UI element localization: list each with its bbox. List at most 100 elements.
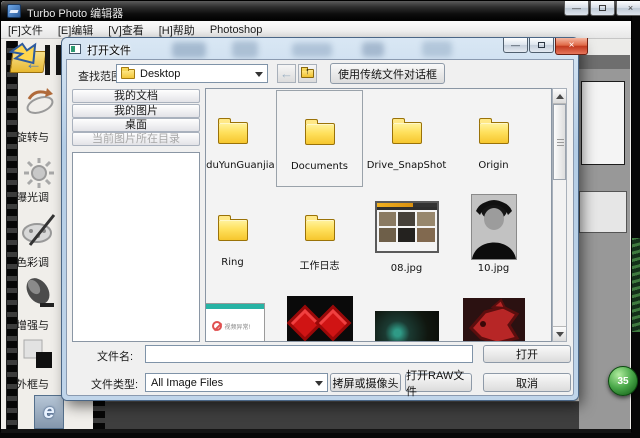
app-title: Turbo Photo 编辑器 — [27, 5, 123, 21]
open-button[interactable]: 打开 — [483, 345, 571, 363]
dialog-maximize-button[interactable] — [529, 38, 554, 53]
maximize-icon — [599, 5, 606, 11]
maximize-button[interactable] — [590, 1, 615, 16]
file-item[interactable] — [276, 284, 363, 342]
filetype-value: All Image Files — [151, 377, 223, 389]
file-name: 工作日志 — [276, 257, 363, 272]
folder-icon — [479, 122, 509, 144]
glass-reflection — [362, 42, 384, 57]
dialog-title: 打开文件 — [87, 42, 131, 58]
minimize-button[interactable]: — — [564, 1, 589, 16]
sidebar-my-documents[interactable]: 我的文档 — [72, 89, 200, 103]
filetype-label: 文件类型: — [91, 376, 138, 392]
menu-item-help[interactable]: [H]帮助 — [159, 22, 195, 38]
file-name: BaiduYunGuanjia — [205, 160, 276, 171]
folder-icon — [392, 122, 422, 144]
color-palette-icon[interactable] — [19, 207, 59, 251]
tool-rotate-label[interactable]: 旋转与 — [16, 129, 63, 142]
nav-back-button[interactable]: ← — [277, 64, 296, 83]
main-titlebar[interactable]: Turbo Photo 编辑器 — × — [1, 1, 631, 21]
rotate-icon[interactable] — [19, 81, 59, 125]
file-item[interactable]: 10.jpg — [450, 187, 537, 284]
file-name: Drive_SnapShot — [363, 160, 450, 171]
menu-item-file[interactable]: [F]文件 — [8, 22, 43, 38]
grid-scrollbar[interactable] — [552, 88, 567, 342]
file-item[interactable] — [363, 284, 450, 342]
file-name: Ring — [205, 257, 276, 268]
undo-arrow-icon[interactable]: ← — [25, 55, 42, 72]
file-name: Origin — [450, 160, 537, 171]
menu-item-edit[interactable]: [E]编辑 — [58, 22, 93, 38]
file-item[interactable]: Ring — [205, 187, 276, 284]
ie-glyph: e — [43, 401, 54, 424]
file-thumbnail: 视频异常! — [205, 303, 265, 342]
file-item[interactable]: 视频异常! — [205, 284, 276, 342]
scrollbar-thumb[interactable] — [553, 104, 566, 180]
frame-icon[interactable] — [19, 333, 59, 377]
folder-icon — [305, 123, 335, 145]
folder-icon — [218, 219, 248, 241]
file-item[interactable]: 08.jpg — [363, 187, 450, 284]
error-icon — [212, 321, 222, 331]
open-raw-button[interactable]: 打开RAW文件 — [405, 373, 472, 392]
file-item[interactable] — [450, 284, 537, 342]
close-button[interactable]: × — [616, 1, 640, 16]
file-name: 08.jpg — [363, 263, 450, 274]
app-icon — [7, 4, 21, 18]
tool-frame-label[interactable]: 外框与 — [16, 376, 63, 389]
file-item[interactable]: Origin — [450, 90, 537, 187]
look-in-dropdown[interactable]: Desktop — [116, 64, 268, 83]
file-thumbnail — [463, 298, 525, 342]
screenshot-root: Turbo Photo 编辑器 — × [F]文件 [E]编辑 [V]查看 [H… — [0, 0, 640, 438]
filename-input[interactable] — [145, 345, 473, 363]
thumbnail-strip — [105, 401, 629, 431]
menu-item-photoshop[interactable]: Photoshop — [210, 24, 263, 36]
filetype-dropdown[interactable]: All Image Files — [145, 373, 328, 392]
internet-explorer-icon[interactable]: e — [34, 395, 64, 429]
file-thumbnail — [471, 194, 517, 260]
folder-icon — [305, 219, 335, 241]
enhance-icon[interactable] — [19, 271, 59, 315]
sidebar-my-pictures[interactable]: 我的图片 — [72, 104, 200, 118]
open-file-dialog: 打开文件 — × 查找范围: Desktop ← ↑ 使用传统文件对话框 我的文… — [62, 38, 578, 400]
filename-label: 文件名: — [97, 348, 133, 364]
desktop-gadget-badge[interactable]: 35 — [608, 366, 638, 396]
folder-icon — [218, 122, 248, 144]
file-thumbnail — [375, 201, 439, 253]
dialog-controls: — × — [503, 38, 588, 55]
sidebar-list-box[interactable] — [72, 152, 200, 342]
cancel-button[interactable]: 取消 — [483, 373, 571, 392]
dialog-icon — [69, 44, 81, 54]
nav-up-button[interactable]: ↑ — [298, 64, 317, 83]
tool-enhance-label[interactable]: 增强与 — [16, 317, 63, 330]
grey-band — [579, 55, 630, 69]
file-thumbnail — [375, 311, 439, 342]
tool-exposure-label[interactable]: 曝光调 — [16, 189, 63, 202]
file-name: Documents — [277, 161, 362, 172]
file-item[interactable]: 工作日志 — [276, 187, 363, 284]
folder-icon — [121, 69, 135, 79]
photo-placeholder — [579, 191, 627, 233]
dialog-minimize-button[interactable]: — — [503, 38, 528, 53]
scroll-down-icon[interactable] — [553, 326, 566, 341]
glass-reflection — [232, 41, 258, 58]
menu-item-view[interactable]: [V]查看 — [108, 22, 143, 38]
file-item[interactable]: Drive_SnapShot — [363, 90, 450, 187]
file-grid[interactable]: BaiduYunGuanjia Documents Drive_SnapShot… — [205, 88, 552, 342]
tool-color-label[interactable]: 色彩调 — [16, 254, 63, 267]
dialog-titlebar[interactable] — [62, 38, 578, 59]
photo-placeholder — [581, 81, 625, 165]
sidebar-desktop[interactable]: 桌面 — [72, 118, 200, 132]
legacy-dialog-button[interactable]: 使用传统文件对话框 — [330, 63, 445, 84]
glass-reflection — [422, 41, 452, 57]
look-in-value: Desktop — [140, 68, 180, 80]
thumb-caption: 视频异常! — [225, 322, 251, 331]
dialog-close-button[interactable]: × — [555, 38, 588, 55]
scroll-up-icon[interactable] — [553, 89, 566, 104]
toolbar-partial-icon — [45, 45, 62, 75]
file-item-selected[interactable]: Documents — [276, 90, 363, 187]
file-item[interactable]: BaiduYunGuanjia — [205, 90, 276, 187]
up-folder-icon: ↑ — [301, 69, 314, 78]
menubar: [F]文件 [E]编辑 [V]查看 [H]帮助 Photoshop — [1, 21, 631, 39]
capture-button[interactable]: 拷屏或摄像头 — [330, 373, 401, 392]
